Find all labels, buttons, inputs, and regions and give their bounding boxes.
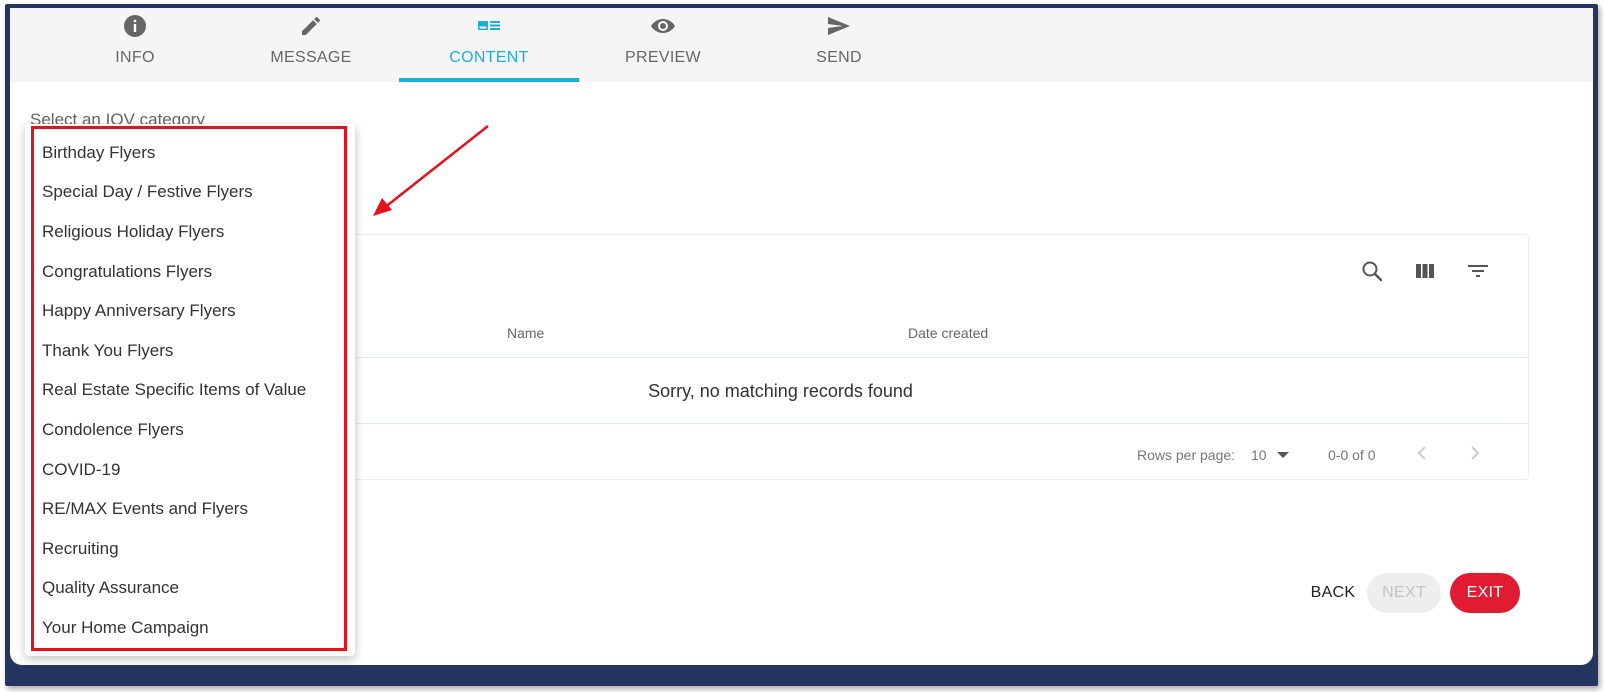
tab-label: MESSAGE bbox=[270, 49, 352, 66]
menu-item-religious-holiday-flyers[interactable]: Religious Holiday Flyers bbox=[25, 212, 355, 252]
tab-message[interactable]: MESSAGE bbox=[221, 8, 401, 82]
active-tab-indicator bbox=[399, 78, 579, 82]
menu-item-special-day-festive-flyers[interactable]: Special Day / Festive Flyers bbox=[25, 173, 355, 213]
menu-item-covid-19[interactable]: COVID-19 bbox=[25, 450, 355, 490]
iov-category-menu: Birthday Flyers Special Day / Festive Fl… bbox=[25, 124, 355, 656]
pencil-icon bbox=[299, 15, 323, 37]
tab-label: INFO bbox=[115, 49, 155, 66]
eye-icon bbox=[650, 15, 676, 37]
filter-icon[interactable] bbox=[1464, 257, 1492, 285]
menu-item-real-estate-items-of-value[interactable]: Real Estate Specific Items of Value bbox=[25, 371, 355, 411]
tab-content[interactable]: CONTENT bbox=[399, 8, 579, 82]
menu-item-quality-assurance[interactable]: Quality Assurance bbox=[25, 569, 355, 609]
info-icon bbox=[123, 15, 147, 37]
menu-item-happy-anniversary-flyers[interactable]: Happy Anniversary Flyers bbox=[25, 291, 355, 331]
tab-info[interactable]: INFO bbox=[45, 8, 225, 82]
column-header-name[interactable]: Name bbox=[507, 325, 544, 341]
chevron-left-icon bbox=[1417, 446, 1426, 460]
chevron-right-icon bbox=[1471, 446, 1480, 460]
next-button[interactable]: NEXT bbox=[1367, 573, 1441, 613]
menu-item-condolence-flyers[interactable]: Condolence Flyers bbox=[25, 410, 355, 450]
back-button[interactable]: BACK bbox=[1299, 573, 1367, 613]
menu-item-remax-events-and-flyers[interactable]: RE/MAX Events and Flyers bbox=[25, 489, 355, 529]
next-page-button[interactable] bbox=[1463, 441, 1487, 465]
menu-item-thank-you-flyers[interactable]: Thank You Flyers bbox=[25, 331, 355, 371]
menu-item-birthday-flyers[interactable]: Birthday Flyers bbox=[25, 133, 355, 173]
menu-item-recruiting[interactable]: Recruiting bbox=[25, 529, 355, 569]
tab-label: SEND bbox=[816, 49, 862, 66]
tab-label: PREVIEW bbox=[625, 49, 701, 66]
tab-label: CONTENT bbox=[449, 49, 529, 66]
column-header-date-created[interactable]: Date created bbox=[908, 325, 988, 341]
send-icon bbox=[826, 15, 852, 37]
tab-preview[interactable]: PREVIEW bbox=[573, 8, 753, 82]
rows-per-page-label: Rows per page: bbox=[1137, 447, 1236, 463]
previous-page-button[interactable] bbox=[1410, 441, 1434, 465]
exit-button[interactable]: EXIT bbox=[1450, 573, 1520, 613]
chevron-down-icon bbox=[1276, 452, 1289, 458]
menu-item-congratulations-flyers[interactable]: Congratulations Flyers bbox=[25, 252, 355, 292]
menu-item-your-home-campaign[interactable]: Your Home Campaign bbox=[25, 608, 355, 648]
view-columns-icon[interactable] bbox=[1411, 257, 1439, 285]
pagination-range: 0-0 of 0 bbox=[1328, 447, 1376, 463]
search-icon[interactable] bbox=[1358, 257, 1386, 285]
tab-bar: INFO MESSAGE CONTENT PREVIEW SEND bbox=[10, 8, 1593, 82]
menu-list: Birthday Flyers Special Day / Festive Fl… bbox=[25, 133, 355, 648]
content-card-icon bbox=[477, 15, 501, 37]
rows-per-page-value: 10 bbox=[1251, 447, 1267, 463]
tab-send[interactable]: SEND bbox=[749, 8, 929, 82]
rows-per-page-select[interactable]: 10 bbox=[1251, 443, 1297, 467]
